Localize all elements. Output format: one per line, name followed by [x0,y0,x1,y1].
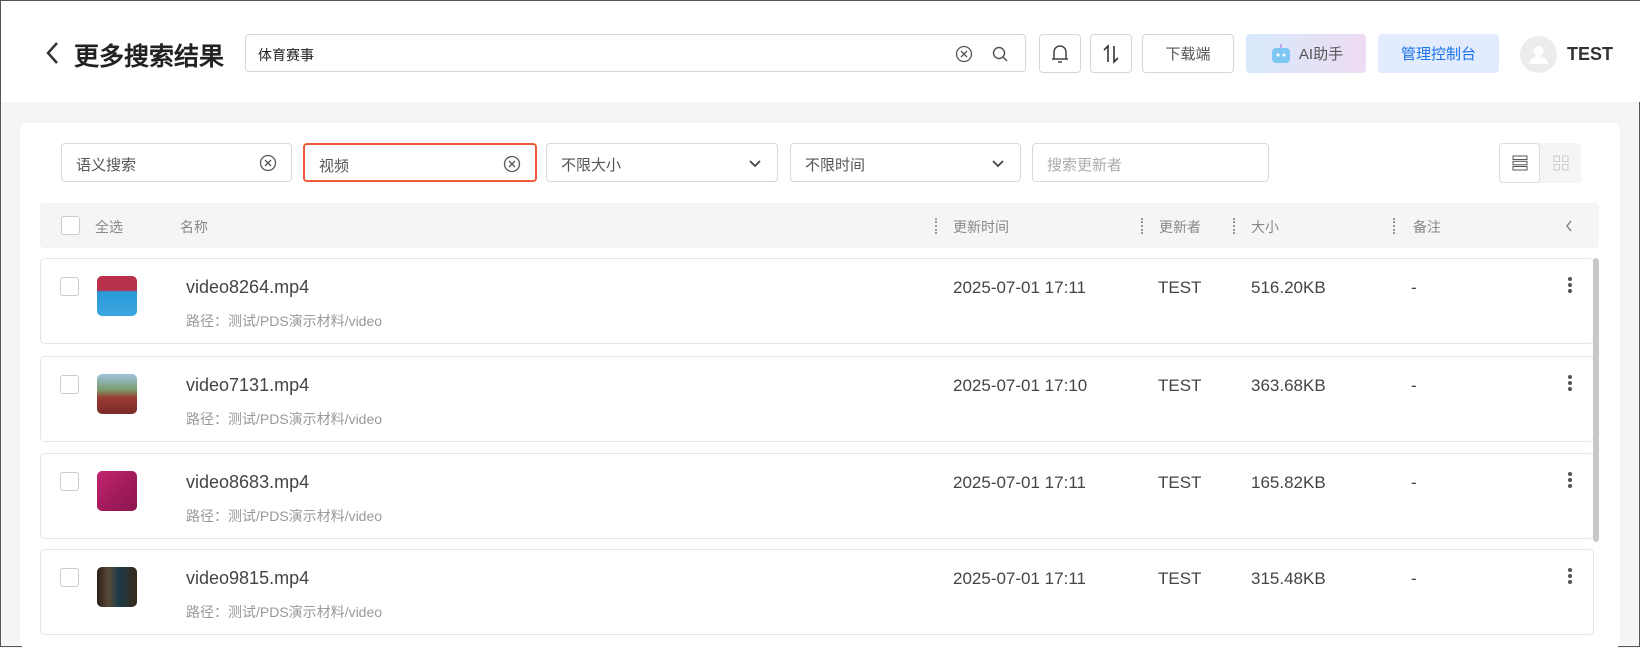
column-size[interactable]: 大小 [1251,217,1279,237]
time-dropdown[interactable]: 不限时间 [790,143,1021,182]
search-icon[interactable] [991,45,1009,63]
filter-label: 视频 [319,158,350,175]
note: - [1411,473,1417,492]
user-name: TEST [1567,44,1614,64]
updater-search-input[interactable]: 搜索更新者 [1032,143,1269,182]
file-name[interactable]: video8683.mp4 [186,472,309,493]
bell-icon [1052,44,1068,63]
search-value: 体育赛事 [258,47,314,63]
select-all-checkbox[interactable] [61,216,80,235]
robot-icon [1271,43,1290,63]
clear-icon[interactable] [259,154,277,172]
updater: TEST [1158,376,1202,395]
ai-assistant-label: AI助手 [1298,46,1344,63]
video-thumbnail[interactable] [97,276,137,316]
video-thumbnail[interactable] [97,567,137,607]
updated-time: 2025-07-01 17:11 [953,278,1086,297]
video-thumbnail[interactable] [97,374,137,414]
more-options-icon[interactable] [1567,373,1573,393]
table-row[interactable]: video8264.mp4 路径：测试/PDS演示材料/video 2025-0… [40,258,1594,344]
video-thumbnail[interactable] [97,471,137,511]
updater-placeholder: 搜索更新者 [1047,157,1123,174]
list-icon [1512,155,1527,171]
file-path: 路径：测试/PDS演示材料/video [186,604,383,620]
select-all-label: 全选 [95,219,123,235]
column-resizer[interactable] [1233,218,1235,234]
ai-assistant-button[interactable]: AI助手 [1246,34,1366,73]
clear-icon[interactable] [955,45,973,63]
more-options-icon[interactable] [1567,566,1573,586]
file-size: 516.20KB [1251,278,1326,297]
sort-icon [1103,43,1119,64]
back-arrow-icon[interactable] [43,39,63,67]
table-row[interactable]: video8683.mp4 路径：测试/PDS演示材料/video 2025-0… [40,453,1594,539]
file-size: 315.48KB [1251,569,1326,588]
table-row[interactable]: video7131.mp4 路径：测试/PDS演示材料/video 2025-0… [40,356,1594,442]
search-input[interactable]: 体育赛事 [245,34,1026,72]
download-client-button[interactable]: 下载端 [1142,34,1234,73]
admin-console-button[interactable]: 管理控制台 [1378,34,1499,73]
file-path: 路径：测试/PDS演示材料/video [186,313,383,329]
grid-icon [1553,155,1569,171]
size-dropdown[interactable]: 不限大小 [546,143,778,182]
file-path: 路径：测试/PDS演示材料/video [186,411,383,427]
sort-button[interactable] [1090,34,1132,73]
updated-time: 2025-07-01 17:11 [953,569,1086,588]
updated-time: 2025-07-01 17:11 [953,473,1086,492]
updated-time: 2025-07-01 17:10 [953,376,1088,395]
clear-icon[interactable] [503,155,521,173]
file-name[interactable]: video8264.mp4 [186,277,309,298]
file-path: 路径：测试/PDS演示材料/video [186,508,383,524]
column-note[interactable]: 备注 [1413,217,1441,237]
row-checkbox[interactable] [60,277,79,296]
updater: TEST [1158,569,1202,588]
more-options-icon[interactable] [1567,275,1573,295]
notification-button[interactable] [1039,34,1081,73]
note: - [1411,376,1417,395]
chevron-left-icon[interactable] [1564,218,1574,234]
updater: TEST [1158,278,1202,297]
table-header: 全选 名称 更新时间 更新者 大小 备注 [40,203,1599,248]
note: - [1411,278,1417,297]
list-view-button[interactable] [1499,143,1540,183]
column-updater[interactable]: 更新者 [1159,217,1201,237]
column-resizer[interactable] [1141,218,1143,234]
column-updated-time[interactable]: 更新时间 [953,217,1009,237]
note: - [1411,569,1417,588]
scrollbar[interactable] [1593,258,1599,542]
filter-label: 不限大小 [561,157,622,174]
avatar[interactable] [1520,36,1557,73]
file-name[interactable]: video9815.mp4 [186,568,309,589]
file-size: 165.82KB [1251,473,1326,492]
filter-label: 不限时间 [805,157,866,174]
user-icon [1529,46,1548,64]
column-resizer[interactable] [1393,218,1395,234]
page-title: 更多搜索结果 [74,43,225,71]
updater: TEST [1158,473,1202,492]
row-checkbox[interactable] [60,375,79,394]
file-name[interactable]: video7131.mp4 [186,375,309,396]
column-name[interactable]: 名称 [180,217,208,237]
row-checkbox[interactable] [60,568,79,587]
column-resizer[interactable] [935,218,937,234]
semantic-search-filter[interactable]: 语义搜索 [61,143,292,182]
filter-label: 语义搜索 [76,157,137,174]
type-filter[interactable]: 视频 [303,143,537,182]
grid-view-button[interactable] [1541,143,1581,183]
row-checkbox[interactable] [60,472,79,491]
file-size: 363.68KB [1251,376,1326,395]
more-options-icon[interactable] [1567,470,1573,490]
chevron-down-icon [992,160,1004,168]
table-row[interactable]: video9815.mp4 路径：测试/PDS演示材料/video 2025-0… [40,549,1594,635]
chevron-down-icon [749,160,761,168]
